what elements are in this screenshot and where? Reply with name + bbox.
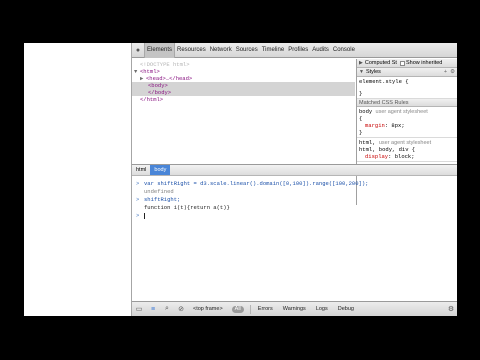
tab-resources[interactable]: Resources — [175, 43, 208, 58]
prompt-icon: > — [136, 196, 140, 203]
add-rule-icon[interactable]: + — [444, 68, 447, 77]
tree-node-doctype[interactable]: <!DOCTYPE html> — [132, 61, 355, 68]
styles-header[interactable]: ▼ Styles + ⚙ — [357, 68, 457, 77]
dock-icon[interactable]: ▭ — [132, 302, 146, 317]
breadcrumb-body[interactable]: body — [150, 165, 171, 175]
tab-elements[interactable]: Elements — [144, 43, 176, 58]
element-style-section[interactable]: element.style { } — [357, 77, 457, 99]
rule-html-body-div[interactable]: html, user agent stylesheet html, body, … — [357, 138, 457, 162]
tab-profiles[interactable]: Profiles — [286, 43, 310, 58]
matched-rules-header: Matched CSS Rules — [357, 99, 457, 107]
expanded-triangle-icon: ▼ — [359, 68, 364, 75]
filter-warnings[interactable]: Warnings — [278, 306, 311, 312]
breadcrumb-html[interactable]: html — [132, 165, 150, 175]
inspected-page-viewport[interactable] — [24, 43, 131, 316]
console-output-line: function i(t){return a(t)} — [144, 204, 230, 211]
filter-logs[interactable]: Logs — [311, 306, 333, 312]
prompt-icon: > — [136, 212, 140, 219]
tab-audits[interactable]: Audits — [310, 43, 331, 58]
console-toggle-icon[interactable]: ≡ — [146, 302, 160, 317]
tree-node-body[interactable]: <body> — [132, 82, 355, 89]
console-input-line: > shiftRight; — [136, 196, 181, 203]
status-bar: ▭ ≡ ⌕ ⊘ <top frame> All Errors Warnings … — [132, 301, 457, 316]
show-inherited-checkbox[interactable] — [399, 60, 405, 66]
gear-icon[interactable]: ⚙ — [450, 68, 455, 77]
collapsed-triangle-icon: ▶ — [359, 59, 363, 66]
clear-console-icon[interactable]: ⊘ — [174, 302, 188, 317]
console-drawer[interactable]: > var shiftRight = d3.scale.linear().doma… — [132, 177, 457, 301]
console-input-line: > var shiftRight = d3.scale.linear().doma… — [136, 180, 369, 187]
tree-node-html-close[interactable]: </html> — [132, 96, 355, 103]
tree-node-html[interactable]: ▼ <html> — [132, 68, 355, 75]
search-icon[interactable]: ⌕ — [160, 302, 174, 317]
gear-icon[interactable]: ⚙ — [444, 302, 457, 317]
close-icon[interactable]: ● — [132, 43, 144, 58]
tab-network[interactable]: Network — [208, 43, 234, 58]
frame-selector[interactable]: <top frame> — [188, 306, 228, 312]
filter-all[interactable]: All — [231, 305, 244, 313]
tab-console[interactable]: Console — [331, 43, 357, 58]
filter-errors[interactable]: Errors — [253, 306, 278, 312]
tab-timeline[interactable]: Timeline — [260, 43, 286, 58]
rule-body-margin[interactable]: body user agent stylesheet { margin: 8px… — [357, 107, 457, 138]
text-caret — [144, 212, 145, 219]
devtools-toolbar: ● Elements Resources Network Sources Tim… — [132, 43, 457, 58]
divider — [249, 304, 251, 314]
filter-debug[interactable]: Debug — [333, 306, 359, 312]
breadcrumb: html body — [132, 164, 457, 176]
console-prompt[interactable]: > — [136, 212, 145, 220]
tree-node-body-close[interactable]: </body> — [132, 89, 355, 96]
console-output-line: undefined — [144, 188, 174, 195]
tab-sources[interactable]: Sources — [234, 43, 260, 58]
prompt-icon: > — [136, 180, 140, 187]
devtools-panel: ● Elements Resources Network Sources Tim… — [131, 43, 457, 316]
tree-node-head[interactable]: ▶ <head>…</head> — [132, 75, 355, 82]
